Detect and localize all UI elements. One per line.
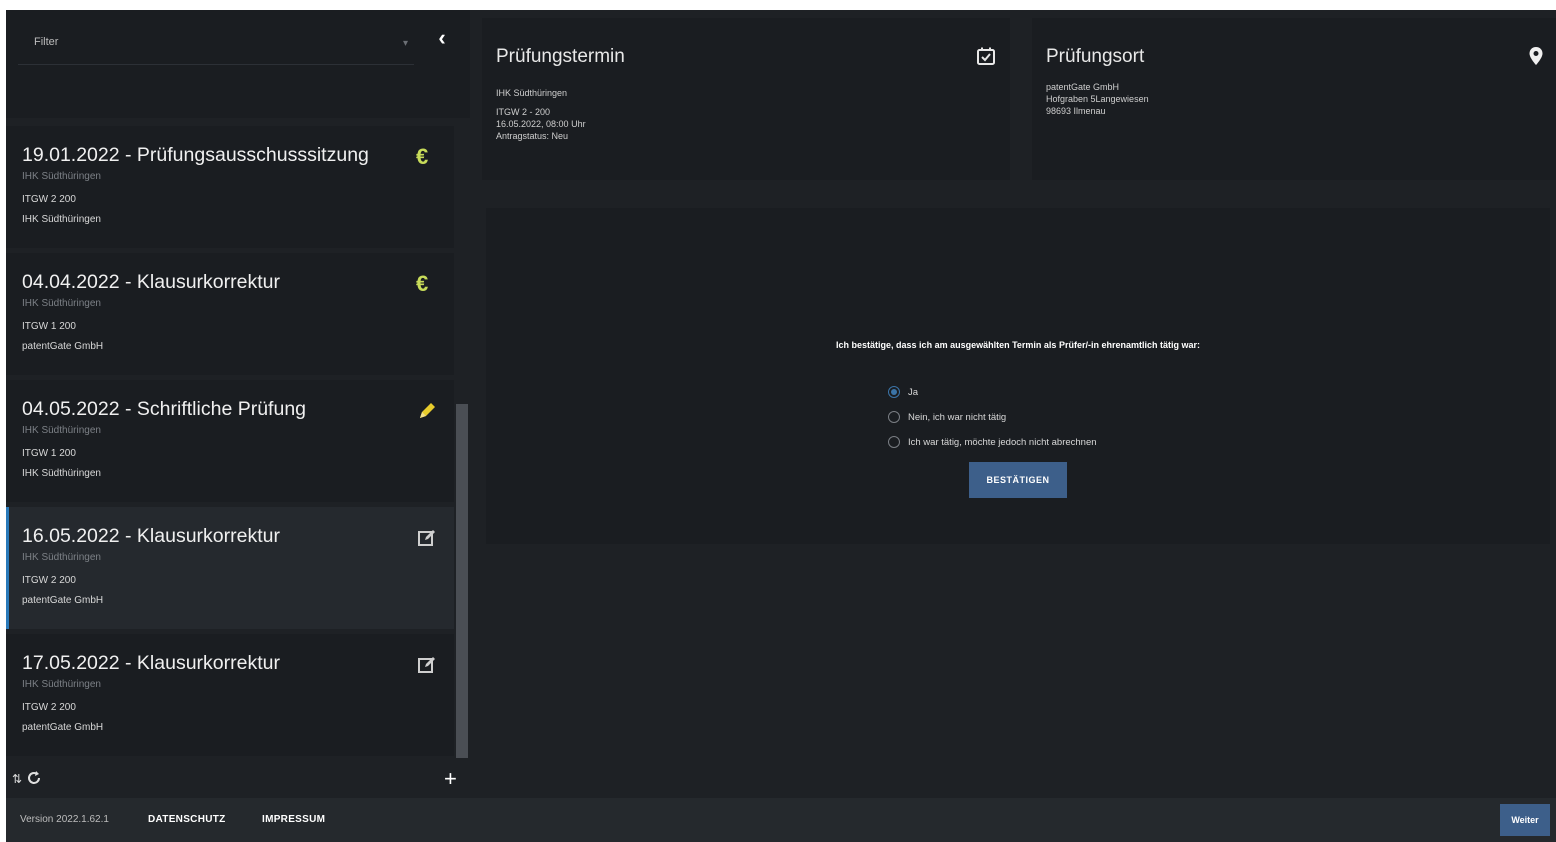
euro-icon: € bbox=[416, 144, 429, 169]
radio-option-no-billing[interactable]: Ich war tätig, möchte jedoch nicht abrec… bbox=[888, 434, 1097, 450]
calendar-check-icon bbox=[977, 47, 995, 65]
card-line: 16.05.2022, 08:00 Uhr bbox=[496, 119, 586, 129]
appointment-list: 19.01.2022 - Prüfungsausschusssitzung IH… bbox=[6, 126, 454, 758]
card-title: Prüfungsort bbox=[1046, 46, 1145, 67]
radio-label: Nein, ich war nicht tätig bbox=[908, 411, 1007, 423]
item-organisation: IHK Südthüringen bbox=[22, 171, 101, 182]
filter-bar: Filter ▾ ‹ bbox=[6, 10, 470, 118]
item-title: 17.05.2022 - Klausurkorrektur bbox=[22, 652, 280, 674]
radio-option-ja[interactable]: Ja bbox=[888, 384, 918, 400]
sort-icon[interactable]: ⇅ bbox=[12, 772, 22, 786]
euro-icon: € bbox=[416, 271, 429, 296]
item-profession: ITGW 2 200 bbox=[22, 194, 76, 205]
pencil-icon bbox=[420, 403, 435, 418]
exam-location-card: Prüfungsort patentGate GmbH Hofgraben 5L… bbox=[1032, 18, 1556, 180]
add-button[interactable]: + bbox=[444, 766, 457, 792]
scrollbar-thumb[interactable] bbox=[456, 404, 468, 758]
item-organisation: IHK Südthüringen bbox=[22, 298, 101, 309]
filter-label: Filter bbox=[34, 36, 59, 48]
card-line: Antragstatus: Neu bbox=[496, 131, 569, 141]
radio-label: Ich war tätig, möchte jedoch nicht abrec… bbox=[908, 436, 1097, 448]
radio-button[interactable] bbox=[888, 436, 900, 448]
confirmation-panel: Ich bestätige, dass ich am ausgewählten … bbox=[486, 208, 1550, 544]
collapse-sidebar-button[interactable]: ‹ bbox=[430, 26, 454, 50]
item-location: IHK Südthüringen bbox=[22, 468, 101, 479]
version-label: Version 2022.1.62.1 bbox=[20, 814, 109, 825]
item-location: patentGate GmbH bbox=[22, 595, 104, 606]
radio-option-nein[interactable]: Nein, ich war nicht tätig bbox=[888, 409, 1006, 425]
item-organisation: IHK Südthüringen bbox=[22, 552, 101, 563]
exam-date-card: Prüfungstermin IHK Südthüringen ITGW 2 -… bbox=[482, 18, 1010, 180]
item-organisation: IHK Südthüringen bbox=[22, 425, 101, 436]
imprint-link[interactable]: IMPRESSUM bbox=[262, 814, 325, 825]
item-location: patentGate GmbH bbox=[22, 722, 104, 733]
sidebar: Filter ▾ ‹ 19.01.2022 - Prüfungsausschus… bbox=[6, 10, 470, 798]
refresh-icon[interactable] bbox=[26, 770, 42, 786]
item-location: patentGate GmbH bbox=[22, 341, 104, 352]
radio-button[interactable] bbox=[888, 411, 900, 423]
list-item[interactable]: 17.05.2022 - Klausurkorrektur IHK Südthü… bbox=[6, 634, 454, 756]
confirm-button[interactable]: BESTÄTIGEN bbox=[969, 462, 1067, 498]
sidebar-footer: ⇅ + bbox=[6, 762, 470, 798]
item-title: 04.04.2022 - Klausurkorrektur bbox=[22, 271, 280, 293]
card-line: ITGW 2 - 200 bbox=[496, 107, 551, 117]
edit-icon bbox=[418, 530, 435, 546]
item-title: 19.01.2022 - Prüfungsausschusssitzung bbox=[22, 144, 369, 166]
item-profession: ITGW 1 200 bbox=[22, 448, 76, 459]
card-line: IHK Südthüringen bbox=[496, 88, 568, 98]
app-window: Filter ▾ ‹ 19.01.2022 - Prüfungsausschus… bbox=[6, 10, 1556, 842]
item-title: 16.05.2022 - Klausurkorrektur bbox=[22, 525, 280, 547]
item-title: 04.05.2022 - Schriftliche Prüfung bbox=[22, 398, 307, 420]
filter-select[interactable]: Filter ▾ bbox=[18, 24, 414, 65]
privacy-link[interactable]: DATENSCHUTZ bbox=[148, 814, 226, 825]
next-button[interactable]: Weiter bbox=[1500, 804, 1550, 836]
list-item[interactable]: 04.05.2022 - Schriftliche Prüfung IHK Sü… bbox=[6, 380, 454, 502]
edit-icon bbox=[418, 657, 435, 673]
card-line: patentGate GmbH bbox=[1046, 82, 1120, 92]
card-title: Prüfungstermin bbox=[496, 46, 625, 67]
card-line: 98693 Ilmenau bbox=[1046, 106, 1106, 116]
item-organisation: IHK Südthüringen bbox=[22, 679, 101, 690]
list-item-active[interactable]: 16.05.2022 - Klausurkorrektur IHK Südthü… bbox=[6, 507, 454, 629]
card-line: Hofgraben 5Langewiesen bbox=[1046, 94, 1149, 104]
list-item[interactable]: 19.01.2022 - Prüfungsausschusssitzung IH… bbox=[6, 126, 454, 248]
radio-label: Ja bbox=[908, 386, 919, 398]
item-profession: ITGW 1 200 bbox=[22, 321, 76, 332]
item-profession: ITGW 2 200 bbox=[22, 702, 76, 713]
footer: Version 2022.1.62.1 DATENSCHUTZ IMPRESSU… bbox=[6, 798, 1556, 842]
radio-button[interactable] bbox=[888, 386, 900, 398]
confirmation-question: Ich bestätige, dass ich am ausgewählten … bbox=[836, 340, 1200, 350]
item-profession: ITGW 2 200 bbox=[22, 575, 76, 586]
chevron-down-icon[interactable]: ▾ bbox=[403, 38, 408, 49]
item-location: IHK Südthüringen bbox=[22, 214, 101, 225]
list-item[interactable]: 04.04.2022 - Klausurkorrektur IHK Südthü… bbox=[6, 253, 454, 375]
map-marker-icon bbox=[1529, 47, 1543, 65]
